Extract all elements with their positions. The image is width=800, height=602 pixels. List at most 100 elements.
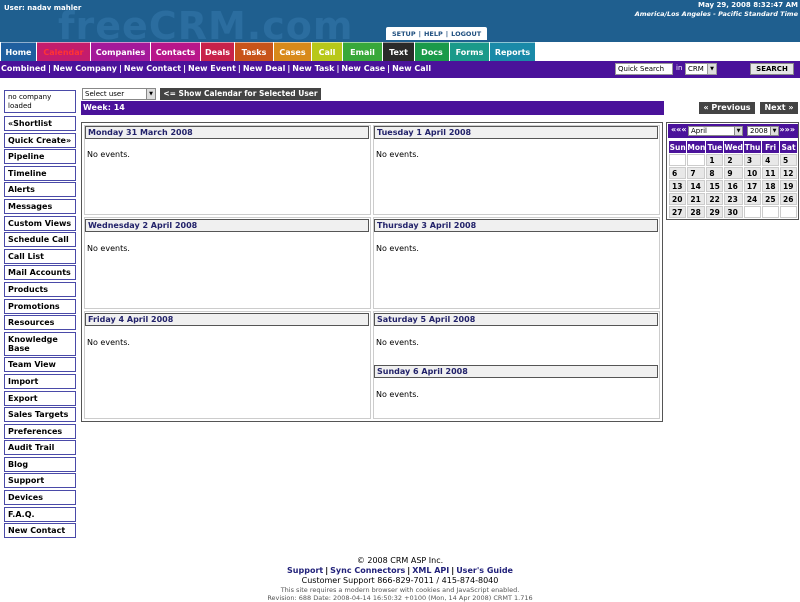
search-button[interactable]: SEARCH bbox=[750, 63, 794, 75]
footer-link-users-guide[interactable]: User's Guide bbox=[456, 566, 513, 575]
mini-calendar-day[interactable]: 27 bbox=[669, 206, 687, 218]
day-header-thursday[interactable]: Thursday 3 April 2008 bbox=[374, 219, 658, 232]
mini-calendar-day[interactable]: 25 bbox=[762, 193, 780, 205]
mini-calendar-next[interactable]: »»» bbox=[779, 125, 795, 134]
day-header-friday[interactable]: Friday 4 April 2008 bbox=[85, 313, 369, 326]
tab-forms[interactable]: Forms bbox=[450, 42, 489, 61]
previous-week-button[interactable]: « Previous bbox=[699, 102, 755, 114]
mini-calendar-day[interactable]: 12 bbox=[780, 167, 797, 179]
mini-calendar-day[interactable]: 15 bbox=[706, 180, 724, 192]
mini-calendar-day[interactable]: 16 bbox=[724, 180, 743, 192]
sidebar-item-timeline[interactable]: Timeline bbox=[4, 165, 76, 181]
tab-contacts[interactable]: Contacts bbox=[151, 42, 200, 61]
quick-search-input[interactable] bbox=[615, 63, 673, 75]
sidebar-item-new-contact[interactable]: New Contact bbox=[4, 523, 76, 539]
day-header-saturday[interactable]: Saturday 5 April 2008 bbox=[374, 313, 658, 326]
logout-link[interactable]: LOGOUT bbox=[451, 30, 481, 38]
sidebar-item-pipeline[interactable]: Pipeline bbox=[4, 149, 76, 165]
tab-calendar[interactable]: Calendar bbox=[37, 42, 90, 61]
subnav-link-new-contact[interactable]: New Contact bbox=[124, 64, 181, 73]
day-header-monday[interactable]: Monday 31 March 2008 bbox=[85, 126, 369, 139]
sidebar-item-messages[interactable]: Messages bbox=[4, 198, 76, 214]
sidebar-item-team-view[interactable]: Team View bbox=[4, 357, 76, 373]
mini-calendar-day[interactable]: 6 bbox=[669, 167, 687, 179]
sidebar-item-blog[interactable]: Blog bbox=[4, 456, 76, 472]
subnav-link-new-company[interactable]: New Company bbox=[53, 64, 117, 73]
mini-calendar-prev[interactable]: ««« bbox=[671, 125, 687, 134]
footer-link-sync-connectors[interactable]: Sync Connectors bbox=[330, 566, 405, 575]
subnav-link-new-task[interactable]: New Task bbox=[292, 64, 334, 73]
mini-calendar-day[interactable]: 8 bbox=[706, 167, 724, 179]
mini-calendar-day[interactable]: 18 bbox=[762, 180, 780, 192]
mini-calendar-day[interactable]: 5 bbox=[780, 154, 797, 166]
month-select[interactable]: April ▼ bbox=[688, 126, 743, 136]
tab-call[interactable]: Call bbox=[312, 42, 342, 61]
sidebar-item-call-list[interactable]: Call List bbox=[4, 248, 76, 264]
sidebar-item-knowledge-base[interactable]: Knowledge Base bbox=[4, 331, 76, 356]
mini-calendar-day[interactable]: 22 bbox=[706, 193, 724, 205]
mini-calendar-day[interactable]: 14 bbox=[687, 180, 706, 192]
sidebar-item-sales-targets[interactable]: Sales Targets bbox=[4, 407, 76, 423]
sidebar-item-support[interactable]: Support bbox=[4, 473, 76, 489]
mini-calendar-day[interactable]: 4 bbox=[762, 154, 780, 166]
tab-tasks[interactable]: Tasks bbox=[235, 42, 273, 61]
sidebar-item-mail-accounts[interactable]: Mail Accounts bbox=[4, 265, 76, 281]
footer-link-xml-api[interactable]: XML API bbox=[412, 566, 449, 575]
show-calendar-button[interactable]: <= Show Calendar for Selected User bbox=[160, 88, 321, 100]
sidebar-item-quick-create[interactable]: Quick Create» bbox=[4, 132, 76, 148]
subnav-link-new-deal[interactable]: New Deal bbox=[243, 64, 286, 73]
tab-reports[interactable]: Reports bbox=[490, 42, 535, 61]
help-link[interactable]: HELP bbox=[424, 30, 443, 38]
subnav-link-new-event[interactable]: New Event bbox=[188, 64, 236, 73]
year-select[interactable]: 2008 ▼ bbox=[747, 126, 779, 136]
mini-calendar-day[interactable]: 30 bbox=[724, 206, 743, 218]
mini-calendar-day[interactable]: 23 bbox=[724, 193, 743, 205]
sidebar-item-devices[interactable]: Devices bbox=[4, 490, 76, 506]
mini-calendar-day[interactable]: 7 bbox=[687, 167, 706, 179]
subnav-link-new-case[interactable]: New Case bbox=[341, 64, 385, 73]
subnav-link-new-call[interactable]: New Call bbox=[392, 64, 431, 73]
sidebar-item-audit-trail[interactable]: Audit Trail bbox=[4, 440, 76, 456]
sidebar-item-resources[interactable]: Resources bbox=[4, 315, 76, 331]
sidebar-item-alerts[interactable]: Alerts bbox=[4, 182, 76, 198]
mini-calendar-day[interactable]: 1 bbox=[706, 154, 724, 166]
sidebar-item-schedule-call[interactable]: Schedule Call bbox=[4, 232, 76, 248]
day-cell-friday[interactable] bbox=[84, 311, 371, 419]
sidebar-item-shortlist[interactable]: «Shortlist bbox=[4, 116, 76, 131]
sidebar-item-promotions[interactable]: Promotions bbox=[4, 298, 76, 314]
tab-companies[interactable]: Companies bbox=[91, 42, 150, 61]
mini-calendar-day[interactable]: 2 bbox=[724, 154, 743, 166]
tab-deals[interactable]: Deals bbox=[201, 42, 234, 61]
sidebar-item-f-a-q[interactable]: F.A.Q. bbox=[4, 506, 76, 522]
day-header-wednesday[interactable]: Wednesday 2 April 2008 bbox=[85, 219, 369, 232]
tab-text[interactable]: Text bbox=[383, 42, 414, 61]
mini-calendar-day[interactable]: 20 bbox=[669, 193, 687, 205]
sidebar-item-preferences[interactable]: Preferences bbox=[4, 423, 76, 439]
user-select[interactable]: Select user ▼ bbox=[82, 88, 156, 100]
setup-link[interactable]: SETUP bbox=[392, 30, 416, 38]
mini-calendar-day[interactable]: 17 bbox=[743, 180, 762, 192]
sidebar-item-products[interactable]: Products bbox=[4, 281, 76, 297]
search-scope-select[interactable]: CRM ▼ bbox=[685, 63, 717, 75]
sidebar-item-export[interactable]: Export bbox=[4, 390, 76, 406]
mini-calendar-day[interactable]: 26 bbox=[780, 193, 797, 205]
subnav-link-combined[interactable]: Combined bbox=[1, 64, 46, 73]
tab-email[interactable]: Email bbox=[343, 42, 382, 61]
mini-calendar-day[interactable]: 24 bbox=[743, 193, 762, 205]
mini-calendar-day[interactable]: 13 bbox=[669, 180, 687, 192]
mini-calendar-day[interactable]: 11 bbox=[762, 167, 780, 179]
sidebar-item-import[interactable]: Import bbox=[4, 373, 76, 389]
mini-calendar-day[interactable]: 29 bbox=[706, 206, 724, 218]
next-week-button[interactable]: Next » bbox=[760, 102, 798, 114]
mini-calendar-day[interactable]: 28 bbox=[687, 206, 706, 218]
tab-cases[interactable]: Cases bbox=[274, 42, 311, 61]
day-header-sunday[interactable]: Sunday 6 April 2008 bbox=[374, 365, 658, 378]
mini-calendar-day[interactable]: 9 bbox=[724, 167, 743, 179]
mini-calendar-day[interactable]: 19 bbox=[780, 180, 797, 192]
tab-home[interactable]: Home bbox=[1, 42, 36, 61]
mini-calendar-day[interactable]: 21 bbox=[687, 193, 706, 205]
sidebar-item-custom-views[interactable]: Custom Views bbox=[4, 215, 76, 231]
day-header-tuesday[interactable]: Tuesday 1 April 2008 bbox=[374, 126, 658, 139]
mini-calendar-day[interactable]: 3 bbox=[743, 154, 762, 166]
mini-calendar-day[interactable]: 10 bbox=[743, 167, 762, 179]
